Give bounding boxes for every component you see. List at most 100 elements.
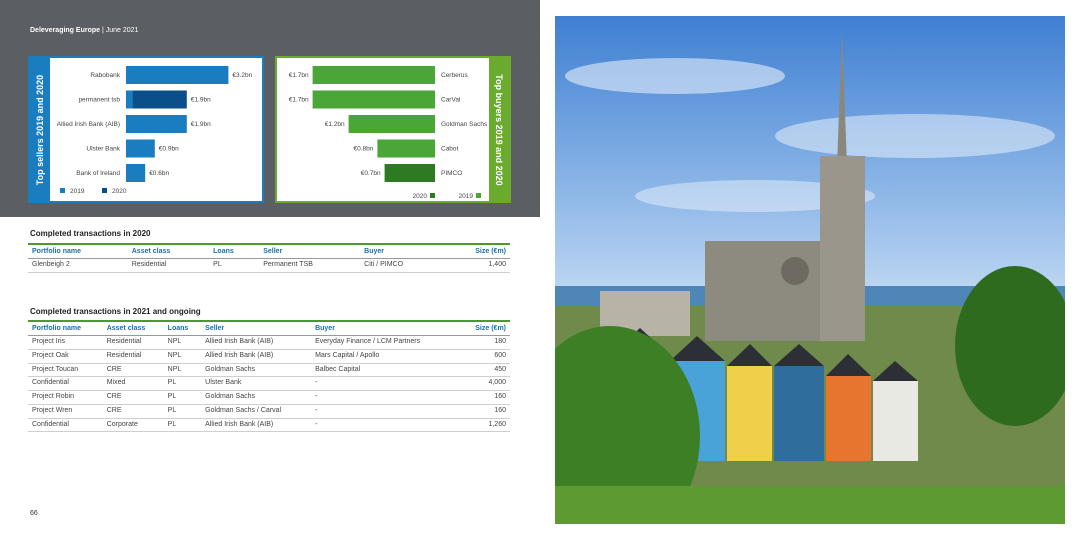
page-number: 66: [30, 510, 38, 517]
table-cell: Allied Irish Bank (AIB): [201, 418, 312, 433]
table-cell: NPL: [163, 349, 202, 364]
table-cell: -: [311, 418, 460, 433]
buyer-category-label: PIMCO: [441, 170, 462, 177]
table-cell: CRE: [102, 390, 164, 405]
table-cell: Confidential: [28, 418, 103, 433]
seller-bar-2019: [126, 66, 229, 84]
table-cell: Mars Capital / Apollo: [311, 349, 460, 364]
buyer-bar-2019: [312, 90, 435, 109]
seller-category-label: Allied Irish Bank (AIB): [57, 121, 120, 128]
seller-category-label: permanent tsb: [78, 97, 120, 104]
top-buyers-panel: Top buyers 2019 and 2020 Cerberus €1.7bn C…: [275, 56, 511, 203]
buyer-category-label: Cerberus: [441, 72, 468, 79]
column-header: Asset class: [127, 243, 210, 259]
table-cell: Project Oak: [28, 349, 103, 364]
table-cell: Project Toucan: [28, 363, 103, 378]
table-2021-title: Completed transactions in 2021 and ongoi…: [30, 307, 201, 316]
transactions-2020-table: Portfolio name Asset class Loans Seller Buye…: [28, 243, 510, 273]
table-row: Project Oak Residential NPL Allied Irish Ba…: [28, 349, 510, 364]
table-cell: PL: [163, 376, 202, 391]
table-cell: Goldman Sachs: [201, 363, 312, 378]
legend-swatch-2020: [430, 193, 435, 198]
seller-category-label: Bank of Ireland: [76, 170, 120, 177]
table-cell: PL: [163, 390, 202, 405]
table-cell: 1,400: [442, 258, 510, 273]
seller-data-label: €0.9bn: [159, 146, 179, 153]
table-2020-title: Completed transactions in 2020: [30, 229, 151, 238]
table-cell: -: [311, 390, 460, 405]
table-cell: PL: [163, 418, 202, 433]
table-cell: Allied Irish Bank (AIB): [201, 349, 312, 364]
table-cell: -: [311, 376, 460, 391]
buyer-data-label: €1.7bn: [289, 97, 309, 104]
table-row: Project Iris Residential NPL Allied Irish B…: [28, 335, 510, 350]
buyer-data-label: €0.8bn: [354, 146, 374, 153]
legend-swatch-2019: [476, 193, 481, 198]
table-row: Glenbeigh 2 Residential PL Permanent TSB Cit…: [28, 258, 510, 273]
table-cell: 1,260: [459, 418, 510, 433]
table-cell: Goldman Sachs / Carval: [201, 404, 312, 419]
seller-data-label: €1.9bn: [191, 121, 211, 128]
table-cell: PL: [163, 404, 202, 419]
legend-label-2020: 2020: [413, 193, 428, 200]
table-cell: 450: [459, 363, 510, 378]
top-sellers-chart: Rabobank €3.2bn permanent tsb €1.9bn Allied …: [57, 66, 253, 195]
seller-bar-2019: [126, 90, 133, 109]
table-cell: Project Wren: [28, 404, 103, 419]
table-cell: PL: [209, 258, 260, 273]
seller-category-label: Ulster Bank: [86, 146, 120, 153]
running-header: Deleveraging Europe | June 2021: [30, 27, 138, 34]
table-cell: Allied Irish Bank (AIB): [201, 335, 312, 350]
seller-data-label: €3.2bn: [232, 72, 252, 79]
buyer-bar-2020: [384, 164, 435, 182]
column-header: Buyer: [311, 320, 460, 336]
seller-bar-2019: [126, 139, 155, 158]
buyer-category-label: CarVal: [441, 97, 461, 104]
table-cell: Mixed: [102, 376, 164, 391]
table-cell: Everyday Finance / LCM Partners: [311, 335, 460, 350]
buyer-data-label: €1.7bn: [289, 72, 309, 79]
table-cell: Corporate: [102, 418, 164, 433]
table-row: Confidential Corporate PL Allied Irish Bank…: [28, 418, 510, 433]
legend-label-2020: 2020: [112, 188, 127, 195]
column-header: Buyer: [360, 243, 443, 259]
buyer-bar-2019: [312, 66, 435, 84]
buyer-category-label: Cabot: [441, 146, 459, 153]
seller-bar-2019: [126, 115, 187, 133]
buyer-data-label: €0.7bn: [361, 170, 381, 177]
legend-label-2019: 2019: [459, 193, 474, 200]
seller-data-label: €0.6bn: [149, 170, 169, 177]
legend-swatch-2020: [102, 188, 107, 193]
buyer-data-label: €1.2bn: [325, 121, 345, 128]
seller-bar-2019: [126, 164, 146, 182]
table-cell: Project Robin: [28, 390, 103, 405]
cobh-cathedral-photo: [555, 16, 1065, 524]
column-header: Size (€m): [459, 320, 510, 336]
table-cell: Permanent TSB: [259, 258, 361, 273]
top-sellers-panel: Top sellers 2019 and 2020 Rabobank €3.2bn…: [28, 56, 264, 203]
table-cell: Confidential: [28, 376, 103, 391]
table-cell: NPL: [163, 363, 202, 378]
column-header: Size (€m): [442, 243, 510, 259]
table-cell: Balbec Capital: [311, 363, 460, 378]
top-buyers-chart: Cerberus €1.7bn CarVal €1.7bn Goldman Sachs €…: [289, 66, 488, 200]
report-title: Deleveraging Europe: [30, 27, 101, 34]
column-header: Loans: [209, 243, 260, 259]
buyer-bar-2019: [377, 139, 435, 158]
column-header: Loans: [163, 320, 202, 336]
table-cell: 4,000: [459, 376, 510, 391]
table-cell: -: [311, 404, 460, 419]
table-cell: 600: [459, 349, 510, 364]
table-cell: Ulster Bank: [201, 376, 312, 391]
column-header: Seller: [201, 320, 312, 336]
table-cell: Goldman Sachs: [201, 390, 312, 405]
table-cell: Project Iris: [28, 335, 103, 350]
table-cell: Residential: [102, 335, 164, 350]
table-row: Project Robin CRE PL Goldman Sachs -160: [28, 390, 510, 405]
table-cell: NPL: [163, 335, 202, 350]
table-cell: CRE: [102, 404, 164, 419]
table-cell: Glenbeigh 2: [28, 258, 128, 273]
table-cell: CRE: [102, 363, 164, 378]
seller-category-label: Rabobank: [90, 72, 120, 79]
table-cell: 160: [459, 404, 510, 419]
